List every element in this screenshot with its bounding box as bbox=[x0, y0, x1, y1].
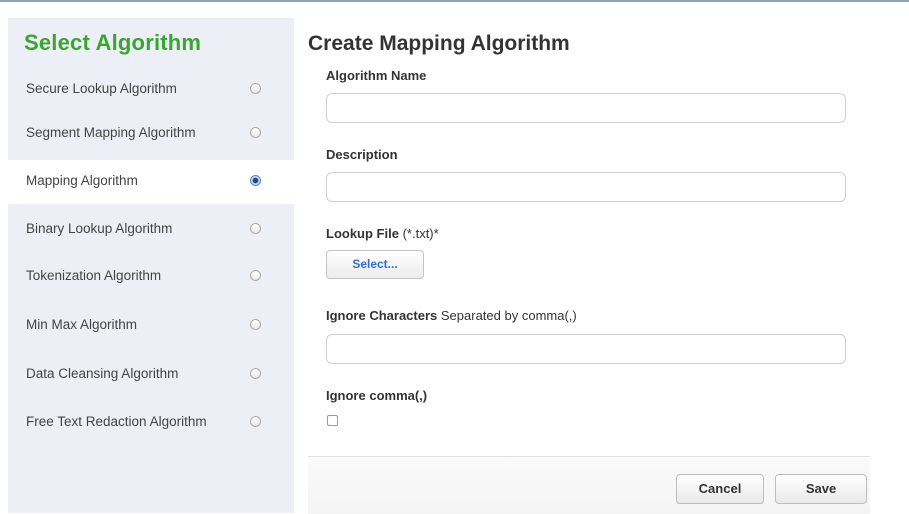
radio-button[interactable] bbox=[250, 223, 261, 234]
radio-button[interactable] bbox=[250, 416, 261, 427]
sidebar-item-label: Binary Lookup Algorithm bbox=[26, 221, 173, 236]
select-file-button[interactable]: Select... bbox=[326, 250, 424, 279]
radio-button[interactable] bbox=[250, 319, 261, 330]
description-label: Description bbox=[326, 147, 398, 162]
sidebar-item-binary-lookup[interactable]: Binary Lookup Algorithm bbox=[8, 208, 294, 252]
lookup-file-label-text: Lookup File bbox=[326, 226, 399, 241]
sidebar-item-label: Secure Lookup Algorithm bbox=[26, 81, 177, 96]
ignore-characters-label: Ignore Characters Separated by comma(,) bbox=[326, 308, 577, 323]
radio-button[interactable] bbox=[250, 270, 261, 281]
page-title: Create Mapping Algorithm bbox=[308, 32, 570, 55]
sidebar-item-min-max[interactable]: Min Max Algorithm bbox=[8, 304, 294, 348]
sidebar-item-tokenization[interactable]: Tokenization Algorithm bbox=[8, 255, 294, 299]
algorithm-sidebar: Select Algorithm Secure Lookup Algorithm… bbox=[8, 18, 294, 513]
ignore-characters-label-text: Ignore Characters bbox=[326, 308, 438, 323]
sidebar-item-data-cleansing[interactable]: Data Cleansing Algorithm bbox=[8, 353, 294, 397]
ignore-comma-label: Ignore comma(,) bbox=[326, 388, 428, 403]
sidebar-item-segment-mapping[interactable]: Segment Mapping Algorithm bbox=[8, 112, 294, 156]
radio-button[interactable] bbox=[250, 368, 261, 379]
sidebar-item-free-text-redaction[interactable]: Free Text Redaction Algorithm bbox=[8, 401, 294, 445]
sidebar-item-label: Min Max Algorithm bbox=[26, 317, 138, 332]
ignore-characters-input[interactable] bbox=[326, 334, 846, 364]
sidebar-item-label: Tokenization Algorithm bbox=[26, 268, 162, 283]
sidebar-item-label: Segment Mapping Algorithm bbox=[26, 125, 196, 140]
sidebar-item-label: Free Text Redaction Algorithm bbox=[26, 414, 207, 429]
radio-button-selected[interactable] bbox=[250, 175, 261, 186]
ignore-comma-checkbox[interactable] bbox=[327, 415, 338, 426]
ignore-characters-hint: Separated by comma(,) bbox=[440, 308, 577, 323]
algorithm-name-input[interactable] bbox=[326, 93, 846, 123]
sidebar-item-label: Data Cleansing Algorithm bbox=[26, 366, 179, 381]
sidebar-item-label: Mapping Algorithm bbox=[26, 173, 138, 188]
save-button[interactable]: Save bbox=[775, 474, 867, 504]
cancel-button[interactable]: Cancel bbox=[676, 474, 764, 504]
sidebar-item-secure-lookup[interactable]: Secure Lookup Algorithm bbox=[8, 68, 294, 112]
top-border bbox=[0, 0, 909, 2]
lookup-file-label: Lookup File (*.txt)* bbox=[326, 226, 439, 241]
algorithm-name-label: Algorithm Name bbox=[326, 68, 427, 83]
create-algorithm-form: Create Mapping Algorithm Algorithm Name … bbox=[294, 18, 909, 514]
description-input[interactable] bbox=[326, 172, 846, 202]
sidebar-item-mapping[interactable]: Mapping Algorithm bbox=[8, 160, 294, 204]
radio-button[interactable] bbox=[250, 127, 261, 138]
sidebar-title: Select Algorithm bbox=[24, 30, 202, 55]
lookup-file-hint: (*.txt)* bbox=[402, 226, 439, 241]
radio-button[interactable] bbox=[250, 83, 261, 94]
